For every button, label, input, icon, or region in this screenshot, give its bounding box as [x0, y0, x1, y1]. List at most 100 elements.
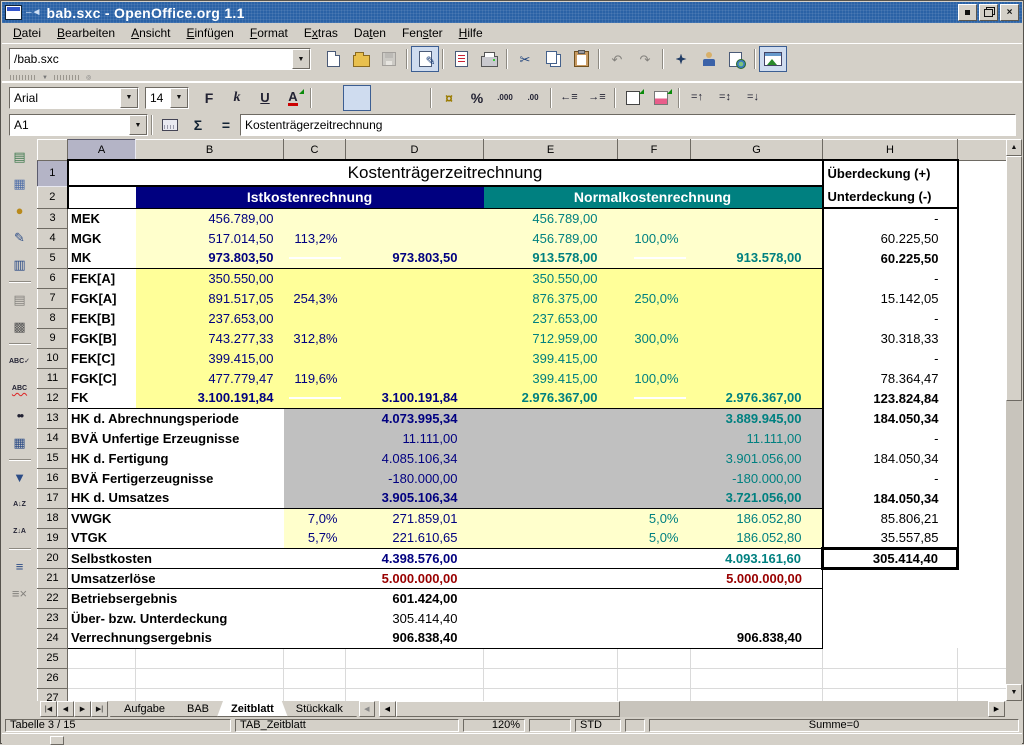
- next-sheet-button[interactable]: ▶: [74, 701, 91, 717]
- cell-E14[interactable]: [484, 428, 618, 448]
- copy-button[interactable]: [539, 46, 567, 72]
- sheet-tab-bab[interactable]: BAB: [173, 701, 223, 717]
- col-header-H[interactable]: H: [823, 140, 958, 161]
- cell-F3[interactable]: [618, 208, 691, 228]
- menu-extras[interactable]: Extras: [296, 24, 346, 42]
- cell-E26[interactable]: [484, 668, 618, 688]
- edit-file-button[interactable]: [411, 46, 439, 72]
- sheet-tab-aufgabe[interactable]: Aufgabe: [110, 701, 179, 717]
- cell-D9[interactable]: [346, 328, 484, 348]
- col-header-E[interactable]: E: [484, 140, 618, 161]
- cell-C27[interactable]: [284, 688, 346, 701]
- align-center-button[interactable]: [343, 85, 371, 111]
- paste-button[interactable]: [567, 46, 595, 72]
- group-button[interactable]: ≡: [5, 553, 35, 580]
- cell-B3[interactable]: 456.789,00: [136, 208, 284, 228]
- cell-H27[interactable]: [823, 688, 958, 701]
- font-size-dropdown-button[interactable]: ▼: [170, 88, 188, 108]
- cell-reference-input[interactable]: [10, 115, 129, 135]
- underline-button[interactable]: U: [251, 85, 279, 111]
- row-header-1[interactable]: 1: [38, 160, 68, 186]
- cell-F21[interactable]: [618, 568, 691, 588]
- cell-D11[interactable]: [346, 368, 484, 388]
- cell-A26[interactable]: [68, 668, 136, 688]
- cell-E19[interactable]: [484, 528, 618, 548]
- scroll-right-button[interactable]: ▶: [988, 701, 1005, 717]
- cell-F15[interactable]: [618, 448, 691, 468]
- cell-E15[interactable]: [484, 448, 618, 468]
- delete-decimal-place-button[interactable]: .00: [519, 85, 547, 111]
- decrease-indent-button[interactable]: ←≡: [555, 85, 583, 111]
- cell-H12[interactable]: 123.824,84: [823, 388, 958, 408]
- cell-D8[interactable]: [346, 308, 484, 328]
- cell-G21[interactable]: 5.000.000,00: [691, 568, 823, 588]
- cell-H2[interactable]: Unterdeckung (-): [823, 186, 958, 208]
- cell-E4[interactable]: 456.789,00: [484, 228, 618, 248]
- draw-functions-button[interactable]: ✎: [5, 224, 35, 251]
- cell-A10[interactable]: FEK[C]: [68, 348, 136, 368]
- export-pdf-button[interactable]: [447, 46, 475, 72]
- data-sources-button[interactable]: ▦: [5, 429, 35, 456]
- cell-B5[interactable]: 973.803,50: [136, 248, 284, 268]
- cell-E21[interactable]: [484, 568, 618, 588]
- cell-A11[interactable]: FGK[C]: [68, 368, 136, 388]
- cell-H7[interactable]: 15.142,05: [823, 288, 958, 308]
- cell-D6[interactable]: [346, 268, 484, 288]
- last-sheet-button[interactable]: ▶|: [91, 701, 108, 717]
- cell-F6[interactable]: [618, 268, 691, 288]
- open-document-button[interactable]: [347, 46, 375, 72]
- cell-G26[interactable]: [691, 668, 823, 688]
- cell-G20[interactable]: 4.093.161,60: [691, 548, 823, 568]
- menu-einfuegen[interactable]: Einfügen: [178, 24, 241, 42]
- cell-D24[interactable]: 906.838,40: [346, 628, 484, 648]
- cell-C21[interactable]: [284, 568, 346, 588]
- cell-E5[interactable]: 913.578,00: [484, 248, 618, 268]
- stamp-icon[interactable]: ◎: [86, 74, 91, 81]
- menu-datei[interactable]: Datei: [5, 24, 49, 42]
- cell-C6[interactable]: [284, 268, 346, 288]
- cell-C13[interactable]: [284, 408, 346, 428]
- row-header-21[interactable]: 21: [38, 568, 68, 588]
- stylist-button[interactable]: [695, 46, 723, 72]
- bold-button[interactable]: F: [195, 85, 223, 111]
- undo-button[interactable]: ↶: [603, 46, 631, 72]
- cell-E24[interactable]: [484, 628, 618, 648]
- cell-D5[interactable]: 973.803,50: [346, 248, 484, 268]
- cell-G4[interactable]: [691, 228, 823, 248]
- tab-scroll-button[interactable]: ◀: [359, 701, 375, 717]
- menu-hilfe[interactable]: Hilfe: [451, 24, 491, 42]
- cell-A9[interactable]: FGK[B]: [68, 328, 136, 348]
- minimize-button[interactable]: [958, 4, 977, 21]
- row-header-17[interactable]: 17: [38, 488, 68, 508]
- cell-G9[interactable]: [691, 328, 823, 348]
- cell-H4[interactable]: 60.225,50: [823, 228, 958, 248]
- cell-A18[interactable]: VWGK: [68, 508, 136, 528]
- cell-H25[interactable]: [823, 648, 958, 668]
- cell-D12[interactable]: 3.100.191,84: [346, 388, 484, 408]
- cell-C14[interactable]: [284, 428, 346, 448]
- insert-button[interactable]: ▤: [5, 143, 35, 170]
- cell-H15[interactable]: 184.050,34: [823, 448, 958, 468]
- gallery-button[interactable]: [759, 46, 787, 72]
- sort-descending-button[interactable]: Z↓A: [5, 518, 35, 545]
- cell-H3[interactable]: -: [823, 208, 958, 228]
- number-format-currency-button[interactable]: ¤: [435, 85, 463, 111]
- cell-F5[interactable]: [618, 248, 691, 268]
- cell-E20[interactable]: [484, 548, 618, 568]
- cell-A2[interactable]: [68, 186, 136, 208]
- collapse-arrow-icon[interactable]: ▼: [42, 75, 48, 81]
- cell-A1[interactable]: Kostenträgerzeitrechnung: [68, 160, 823, 186]
- url-input[interactable]: [10, 49, 292, 69]
- cell-D26[interactable]: [346, 668, 484, 688]
- cell-F8[interactable]: [618, 308, 691, 328]
- cell-E16[interactable]: [484, 468, 618, 488]
- cell-H16[interactable]: -: [823, 468, 958, 488]
- cell-H14[interactable]: -: [823, 428, 958, 448]
- scroll-up-button[interactable]: ▲: [1006, 139, 1022, 156]
- sort-ascending-button[interactable]: A↓Z: [5, 491, 35, 518]
- toolbar-handle[interactable]: [54, 75, 80, 80]
- cell-H11[interactable]: 78.364,47: [823, 368, 958, 388]
- cell-H1[interactable]: Überdeckung (+): [823, 160, 958, 186]
- cell-F25[interactable]: [618, 648, 691, 668]
- row-header-13[interactable]: 13: [38, 408, 68, 428]
